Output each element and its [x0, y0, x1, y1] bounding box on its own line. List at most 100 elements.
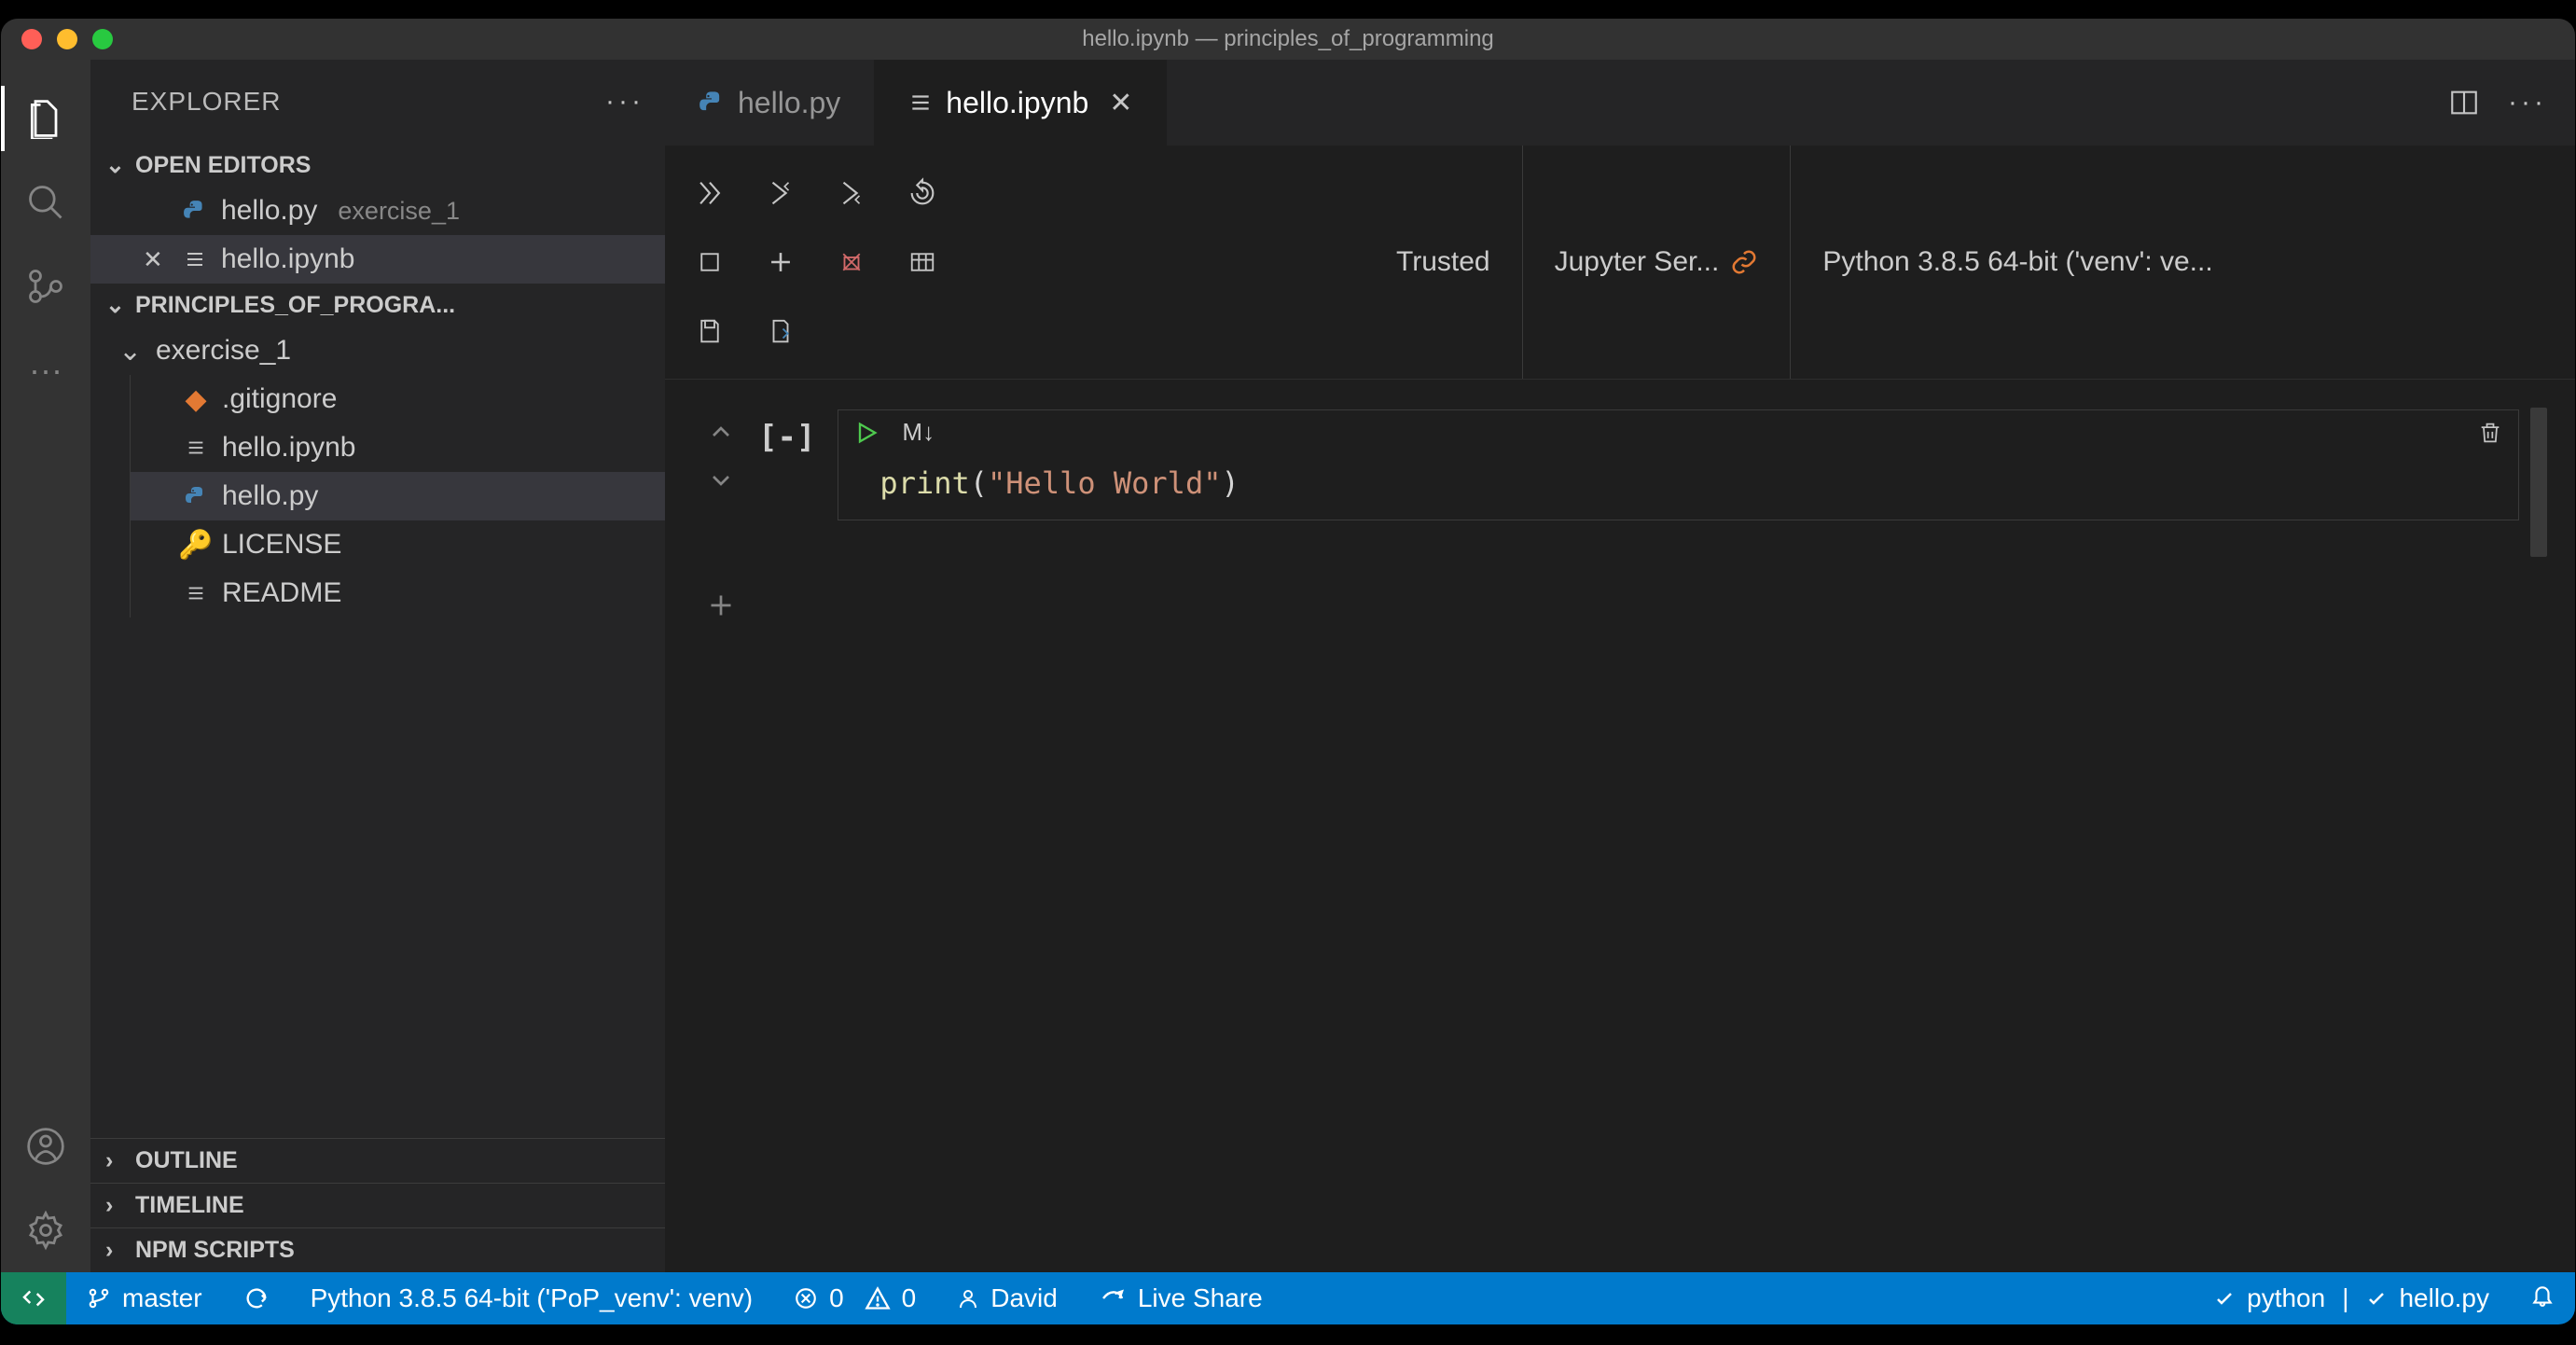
notebook-body: [-] M↓ — [665, 380, 2575, 1272]
activity-search[interactable] — [1, 160, 90, 244]
open-editor-item[interactable]: ✕ hello.ipynb — [90, 235, 665, 284]
timeline-label: TIMELINE — [135, 1192, 244, 1219]
open-editors-section[interactable]: ⌄ OPEN EDITORS — [90, 144, 665, 187]
chevron-right-icon: › — [105, 1147, 128, 1174]
file-item[interactable]: ◆ .gitignore — [131, 375, 665, 423]
timeline-section[interactable]: › TIMELINE — [90, 1183, 665, 1227]
tab-hello-py[interactable]: hello.py — [665, 60, 875, 146]
chevron-right-icon: › — [105, 1192, 128, 1219]
run-cell-icon[interactable] — [853, 420, 879, 446]
file-name: hello.ipynb — [222, 432, 355, 464]
interrupt-icon[interactable] — [691, 243, 728, 281]
code-token: print — [879, 465, 969, 501]
activity-explorer[interactable] — [1, 76, 90, 160]
file-item[interactable]: README — [131, 569, 665, 617]
interpreter-status[interactable]: Python 3.8.5 64-bit ('PoP_venv': venv) — [290, 1272, 774, 1324]
add-cell-icon[interactable] — [762, 243, 799, 281]
python-icon — [183, 483, 209, 509]
notebook-cell[interactable]: [-] M↓ — [758, 409, 2519, 520]
folder-name: exercise_1 — [156, 335, 291, 367]
outline-section[interactable]: › OUTLINE — [90, 1138, 665, 1183]
key-icon: 🔑 — [183, 532, 209, 558]
activity-settings[interactable] — [1, 1188, 90, 1272]
project-label: PRINCIPLES_OF_PROGRA... — [135, 292, 455, 319]
export-icon[interactable] — [762, 312, 799, 350]
status-bar: master Python 3.8.5 64-bit ('PoP_venv': … — [1, 1272, 2575, 1324]
scrollbar[interactable] — [2530, 408, 2547, 557]
lang-status[interactable]: python | hello.py — [2193, 1283, 2510, 1313]
tabs-bar: hello.py hello.ipynb ✕ ··· — [665, 60, 2575, 146]
liveshare-button[interactable]: Live Share — [1078, 1272, 1283, 1324]
npm-label: NPM SCRIPTS — [135, 1237, 295, 1264]
add-icon[interactable] — [704, 589, 738, 622]
jupyter-server-status[interactable]: Jupyter Ser... — [1522, 146, 1791, 379]
run-all-icon[interactable] — [691, 174, 728, 212]
chevron-down-icon[interactable] — [706, 465, 736, 495]
file-item[interactable]: 🔑 LICENSE — [131, 520, 665, 569]
notebook-icon — [183, 580, 209, 606]
file-name: LICENSE — [222, 529, 341, 561]
activity-accounts[interactable] — [1, 1104, 90, 1188]
file-name: hello.py — [221, 195, 317, 227]
link-icon — [1730, 248, 1758, 276]
markdown-toggle[interactable]: M↓ — [902, 418, 935, 447]
file-item[interactable]: hello.ipynb — [131, 423, 665, 472]
run-below-icon[interactable] — [833, 174, 870, 212]
titlebar[interactable]: hello.ipynb — principles_of_programming — [1, 19, 2575, 60]
code-token: "Hello World" — [988, 465, 1221, 501]
notebook-icon — [182, 246, 208, 272]
folder-item[interactable]: ⌄ exercise_1 — [90, 326, 665, 375]
python-icon — [699, 90, 725, 116]
editor-more-icon[interactable]: ··· — [2508, 87, 2547, 118]
remote-button[interactable] — [1, 1272, 66, 1324]
open-editor-item[interactable]: hello.py exercise_1 — [90, 187, 665, 235]
close-icon[interactable]: ✕ — [143, 245, 169, 274]
trusted-status[interactable]: Trusted — [1364, 146, 1522, 379]
activity-more[interactable]: ··· — [1, 328, 90, 412]
file-name: .gitignore — [222, 383, 337, 415]
kernel-status[interactable]: Python 3.8.5 64-bit ('venv': ve... — [1790, 146, 2244, 379]
branch-status[interactable]: master — [66, 1272, 223, 1324]
trash-icon[interactable] — [2477, 420, 2503, 446]
problems-status[interactable]: 0 0 — [773, 1272, 936, 1324]
code-token: ) — [1221, 465, 1239, 501]
restart-icon[interactable] — [904, 174, 941, 212]
liveshare-user[interactable]: David — [936, 1272, 1078, 1324]
explorer-more-icon[interactable]: ··· — [605, 86, 644, 118]
file-name: hello.py — [222, 480, 318, 512]
outline-label: OUTLINE — [135, 1147, 238, 1174]
activity-source-control[interactable] — [1, 244, 90, 328]
tab-label: hello.py — [738, 86, 840, 120]
file-item[interactable]: hello.py — [131, 472, 665, 520]
file-name: hello.ipynb — [221, 243, 354, 275]
open-editors-label: OPEN EDITORS — [135, 152, 311, 179]
split-editor-icon[interactable] — [2448, 87, 2480, 118]
chevron-down-icon: ⌄ — [105, 151, 128, 179]
project-section[interactable]: ⌄ PRINCIPLES_OF_PROGRA... — [90, 284, 665, 326]
notebook-toolbar: Trusted Jupyter Ser... Python 3.8.5 64-b… — [665, 146, 2575, 380]
run-above-icon[interactable] — [762, 174, 799, 212]
errors-count: 0 — [829, 1283, 844, 1313]
notebook-icon — [908, 90, 933, 115]
editor-area: hello.py hello.ipynb ✕ ··· — [665, 60, 2575, 1272]
sync-button[interactable] — [223, 1272, 290, 1324]
save-icon[interactable] — [691, 312, 728, 350]
warnings-count: 0 — [902, 1283, 917, 1313]
activity-bar: ··· — [1, 60, 90, 1272]
file-name: README — [222, 577, 341, 609]
tab-hello-ipynb[interactable]: hello.ipynb ✕ — [875, 60, 1167, 146]
code-token: ( — [970, 465, 988, 501]
collapse-toggle[interactable]: [-] — [758, 419, 815, 456]
notifications-button[interactable] — [2510, 1283, 2575, 1308]
npm-section[interactable]: › NPM SCRIPTS — [90, 1227, 665, 1272]
tabs-actions: ··· — [2448, 60, 2575, 146]
variables-icon[interactable] — [904, 243, 941, 281]
code-editor[interactable]: print("Hello World") — [838, 454, 2518, 520]
chevron-up-icon[interactable] — [706, 417, 736, 447]
close-icon[interactable]: ✕ — [1109, 87, 1132, 119]
clear-outputs-icon[interactable] — [833, 243, 870, 281]
git-icon: ◆ — [183, 386, 209, 412]
explorer-header: EXPLORER ··· — [90, 60, 665, 144]
window-title: hello.ipynb — principles_of_programming — [1, 26, 2575, 52]
chevron-right-icon: › — [105, 1237, 128, 1264]
